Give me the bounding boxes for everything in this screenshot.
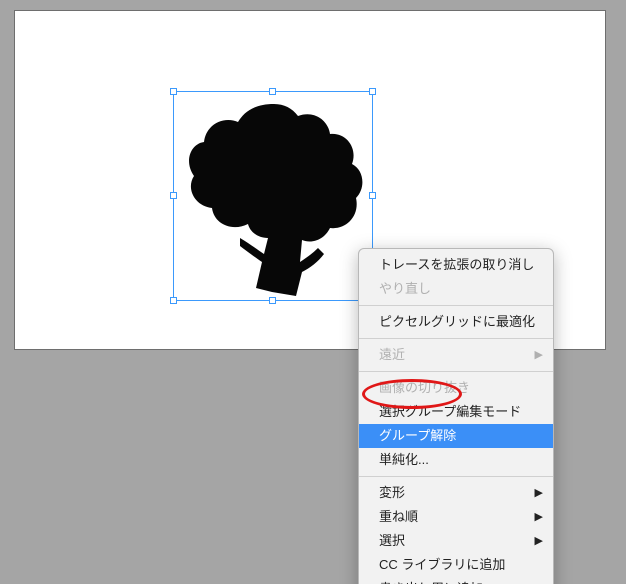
tree-icon[interactable] — [184, 98, 364, 296]
submenu-arrow-icon: ▶ — [535, 580, 543, 584]
menu-item-label: グループ解除 — [379, 428, 456, 443]
menu-item-perspective: 遠近 ▶ — [359, 343, 553, 367]
menu-separator — [359, 371, 553, 372]
menu-item-isolate-group[interactable]: 選択グループ編集モード — [359, 400, 553, 424]
menu-item-ungroup[interactable]: グループ解除 — [359, 424, 553, 448]
submenu-arrow-icon: ▶ — [535, 346, 543, 364]
submenu-arrow-icon: ▶ — [535, 532, 543, 550]
menu-item-arrange[interactable]: 重ね順 ▶ — [359, 505, 553, 529]
menu-item-label: 単純化... — [379, 452, 429, 467]
resize-handle-ne[interactable] — [369, 88, 376, 95]
menu-item-label: 画像の切り抜き — [379, 380, 470, 395]
menu-item-label: CC ライブラリに追加 — [379, 557, 505, 572]
menu-item-label: トレースを拡張の取り消し — [379, 257, 534, 272]
menu-item-optimize-pixel-grid[interactable]: ピクセルグリッドに最適化 — [359, 310, 553, 334]
resize-handle-n[interactable] — [269, 88, 276, 95]
resize-handle-w[interactable] — [170, 192, 177, 199]
menu-item-label: 遠近 — [379, 347, 405, 362]
menu-item-add-to-cc-library[interactable]: CC ライブラリに追加 — [359, 553, 553, 577]
menu-item-label: 選択グループ編集モード — [379, 404, 521, 419]
menu-item-select[interactable]: 選択 ▶ — [359, 529, 553, 553]
menu-item-redo: やり直し — [359, 277, 553, 301]
submenu-arrow-icon: ▶ — [535, 508, 543, 526]
resize-handle-e[interactable] — [369, 192, 376, 199]
resize-handle-sw[interactable] — [170, 297, 177, 304]
menu-item-simplify[interactable]: 単純化... — [359, 448, 553, 472]
menu-item-label: ピクセルグリッドに最適化 — [379, 314, 535, 329]
submenu-arrow-icon: ▶ — [535, 484, 543, 502]
menu-item-label: 変形 — [379, 485, 405, 500]
selection-bounds[interactable] — [173, 91, 373, 301]
menu-item-crop-image: 画像の切り抜き — [359, 376, 553, 400]
menu-item-transform[interactable]: 変形 ▶ — [359, 481, 553, 505]
resize-handle-nw[interactable] — [170, 88, 177, 95]
menu-item-add-for-export[interactable]: 書き出し用に追加 ▶ — [359, 577, 553, 584]
menu-separator — [359, 305, 553, 306]
resize-handle-s[interactable] — [269, 297, 276, 304]
context-menu: トレースを拡張の取り消し やり直し ピクセルグリッドに最適化 遠近 ▶ 画像の切… — [358, 248, 554, 584]
menu-separator — [359, 476, 553, 477]
menu-separator — [359, 338, 553, 339]
menu-item-label: 選択 — [379, 533, 405, 548]
menu-item-undo-trace-expand[interactable]: トレースを拡張の取り消し — [359, 253, 553, 277]
menu-item-label: やり直し — [379, 281, 431, 296]
menu-item-label: 重ね順 — [379, 509, 418, 524]
